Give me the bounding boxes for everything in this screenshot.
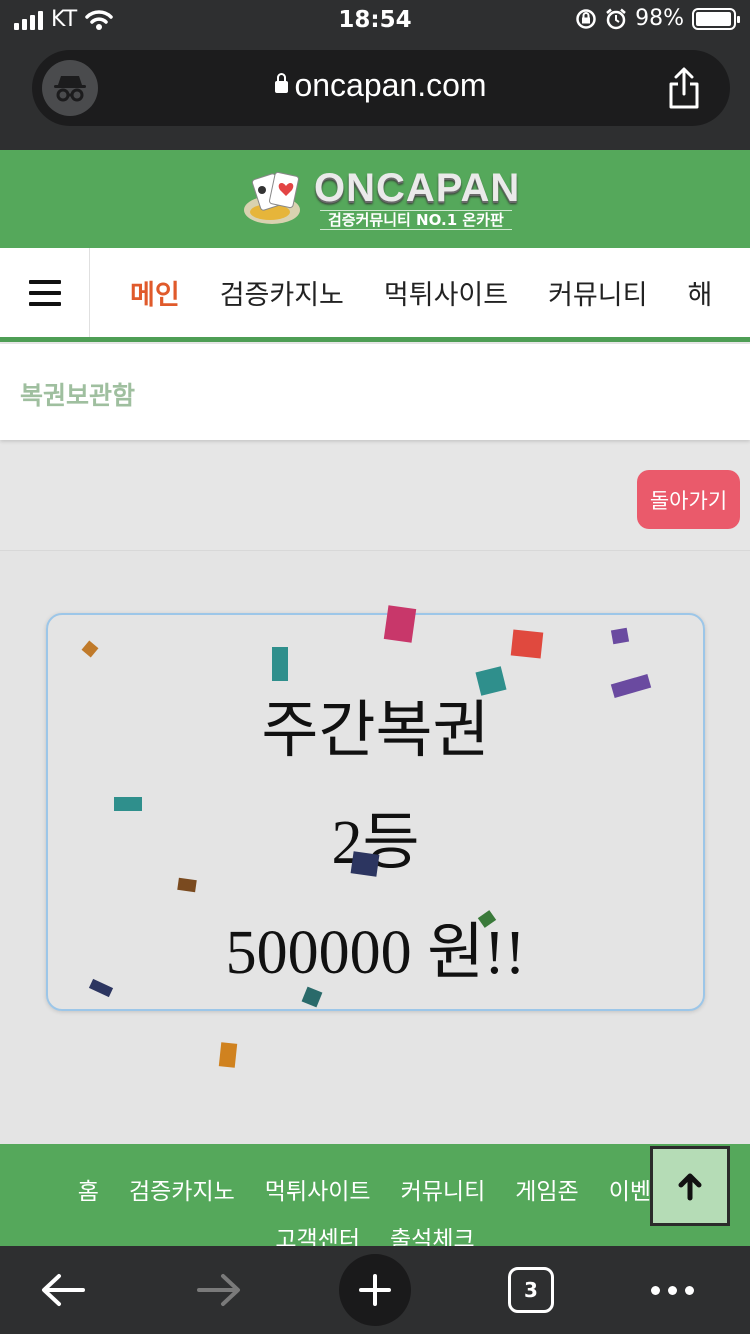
url-text[interactable]: oncapan.com	[32, 67, 730, 104]
more-dots-icon	[650, 1285, 694, 1295]
confetti-piece	[510, 629, 544, 659]
footer-link-scam-sites[interactable]: 먹튀사이트	[265, 1172, 371, 1206]
arrow-right-icon	[197, 1274, 240, 1306]
address-bar[interactable]: oncapan.com	[32, 50, 730, 126]
lottery-result-card: 주간복권 2등 500000 원!!	[46, 613, 705, 1011]
footer-link-community[interactable]: 커뮤니티	[401, 1172, 486, 1206]
forward-nav-button[interactable]	[186, 1246, 252, 1334]
status-bar: KT 18:54 98%	[0, 0, 750, 42]
battery-icon	[692, 7, 740, 30]
page-title-box: 복권보관함	[0, 344, 750, 440]
confetti-piece	[383, 605, 417, 643]
cards-chips-logo-icon	[244, 171, 300, 224]
back-nav-button[interactable]	[30, 1246, 96, 1334]
footer-link-home[interactable]: 홈	[78, 1172, 99, 1206]
confetti-piece	[350, 851, 380, 877]
back-button[interactable]: 돌아가기	[637, 470, 740, 529]
hamburger-menu-icon[interactable]	[0, 248, 90, 337]
nav-item-main[interactable]: 메인	[130, 273, 180, 312]
nav-item-overflow[interactable]: 해	[687, 273, 712, 312]
nav-item-scam-sites[interactable]: 먹튀사이트	[384, 273, 508, 312]
confetti-piece	[610, 627, 630, 645]
confetti-piece	[114, 797, 142, 811]
arrow-left-icon	[42, 1274, 85, 1306]
status-right: 98%	[575, 6, 740, 31]
site-logo[interactable]: ONCAPAN 검증커뮤니티 NO.1 온카판	[242, 166, 519, 230]
tab-count: 3	[508, 1267, 554, 1313]
lottery-title: 주간복권	[261, 697, 490, 765]
tabs-button[interactable]: 3	[504, 1246, 558, 1334]
page-title: 복권보관함	[20, 381, 136, 410]
rotation-lock-icon	[576, 8, 596, 29]
main-nav: 메인 검증카지노 먹튀사이트 커뮤니티 해	[0, 248, 750, 342]
footer-link-verified-casino[interactable]: 검증카지노	[129, 1172, 235, 1206]
battery-level	[696, 11, 732, 26]
site-header: ONCAPAN 검증커뮤니티 NO.1 온카판	[0, 150, 750, 248]
nav-item-community[interactable]: 커뮤니티	[548, 273, 647, 312]
browser-top-bar: oncapan.com	[0, 42, 750, 150]
lottery-panel: 주간복권 2등 500000 원!!	[0, 550, 750, 1144]
nav-items: 메인 검증카지노 먹튀사이트 커뮤니티 해	[90, 248, 712, 337]
plus-icon	[339, 1254, 411, 1326]
alarm-icon	[606, 8, 626, 29]
url-label: oncapan.com	[294, 67, 487, 103]
confetti-piece	[177, 877, 197, 893]
nav-item-verified-casino[interactable]: 검증카지노	[220, 273, 344, 312]
confetti-piece	[272, 647, 288, 681]
logo-text: ONCAPAN	[314, 166, 521, 210]
lock-icon	[275, 73, 289, 93]
arrow-up-icon	[678, 1173, 702, 1201]
browser-toolbar: 3	[0, 1246, 750, 1334]
footer-link-game-zone[interactable]: 게임존	[515, 1172, 578, 1206]
footer-links-row1: 홈 검증카지노 먹튀사이트 커뮤니티 게임존 이벤트	[0, 1172, 750, 1206]
more-button[interactable]	[640, 1246, 704, 1334]
battery-percent: 98%	[635, 6, 684, 31]
new-tab-button[interactable]	[339, 1246, 411, 1334]
site-footer: 홈 검증카지노 먹튀사이트 커뮤니티 게임존 이벤트 고객센터 출석체크	[0, 1144, 750, 1253]
scroll-top-button[interactable]	[650, 1146, 730, 1226]
lottery-prize: 500000 원!!	[225, 919, 526, 987]
confetti-piece	[218, 1042, 238, 1068]
logo-tagline: 검증커뮤니티 NO.1 온카판	[320, 210, 512, 230]
share-icon[interactable]	[664, 66, 704, 110]
